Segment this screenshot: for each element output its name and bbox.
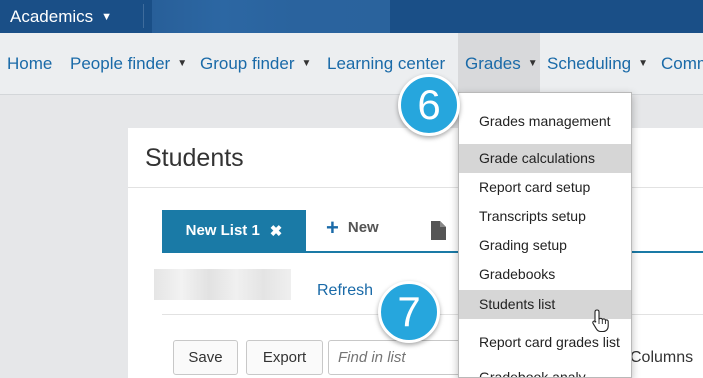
menu-item-grading-setup[interactable]: Grading setup [459,231,631,260]
save-button[interactable]: Save [173,340,238,375]
menu-item-grades-management[interactable]: Grades management [459,102,631,140]
grades-dropdown-menu: Grades management Grade calculations Rep… [458,92,632,378]
new-list-button[interactable]: + New [326,215,379,240]
nav-label: Grades [465,53,521,73]
tab-new-list-1[interactable]: New List 1 ✖ [162,210,306,251]
step-callout-7: 7 [378,281,440,343]
export-label: Export [262,349,307,366]
tab-label: New List 1 [185,222,260,239]
menu-item-label: Report card setup [479,179,591,195]
hand-cursor-icon [592,309,609,333]
caret-down-icon: ▼ [301,58,312,69]
save-label: Save [188,349,223,366]
nav-label: Home [7,53,53,73]
nav-scheduling[interactable]: Scheduling ▼ [547,33,648,94]
chevron-down-icon: ▼ [101,10,113,23]
menu-item-transcripts-setup[interactable]: Transcripts setup [459,202,631,231]
top-bar: Academics ▼ [0,0,703,33]
app-switcher[interactable]: Academics ▼ [0,0,143,33]
page-title: Students [145,144,244,172]
menu-item-label: Gradebook analy [479,368,586,378]
close-icon[interactable]: ✖ [270,222,283,240]
nav-label: Comm [661,53,703,73]
new-label: New [347,219,379,236]
caret-down-icon: ▼ [177,58,188,69]
menu-item-label: Grading setup [479,237,567,253]
nav-comm[interactable]: Comm [661,33,703,94]
menu-item-label: Report card grades list [479,333,620,350]
menu-item-label: Gradebooks [479,266,556,282]
nav-label: Group finder [200,53,295,73]
caret-down-icon: ▼ [638,58,649,69]
refresh-link[interactable]: Refresh [317,282,373,300]
menu-item-report-card-setup[interactable]: Report card setup [459,173,631,202]
menu-item-gradebook-analysis[interactable]: Gradebook analy [459,367,631,378]
menu-item-gradebooks[interactable]: Gradebooks [459,260,631,289]
menu-item-label: Transcripts setup [479,208,586,224]
columns-button[interactable]: Columns [630,349,693,367]
redacted-area [152,0,390,33]
main-nav: Home People finder ▼ Group finder ▼ Lear… [0,33,703,95]
menu-item-grade-calculations[interactable]: Grade calculations [459,144,631,173]
nav-label: Scheduling [547,53,632,73]
plus-icon: + [326,215,339,240]
menu-item-label: Students list [479,296,556,312]
caret-down-icon: ▼ [527,58,538,69]
top-bar-divider [143,4,144,28]
nav-group-finder[interactable]: Group finder ▼ [200,33,311,94]
menu-item-label: Grade calculations [479,150,595,166]
document-icon[interactable] [430,221,446,240]
app-name: Academics [10,6,94,26]
nav-label: Learning center [327,53,446,73]
step-callout-6: 6 [398,74,460,136]
nav-home[interactable]: Home [7,33,52,94]
export-button[interactable]: Export [246,340,323,375]
redacted-field [154,269,291,300]
nav-label: People finder [70,53,171,73]
find-in-list-input[interactable] [328,340,463,375]
nav-people-finder[interactable]: People finder ▼ [70,33,187,94]
menu-item-label: Grades management [479,112,611,129]
nav-grades[interactable]: Grades ▼ [458,33,540,94]
